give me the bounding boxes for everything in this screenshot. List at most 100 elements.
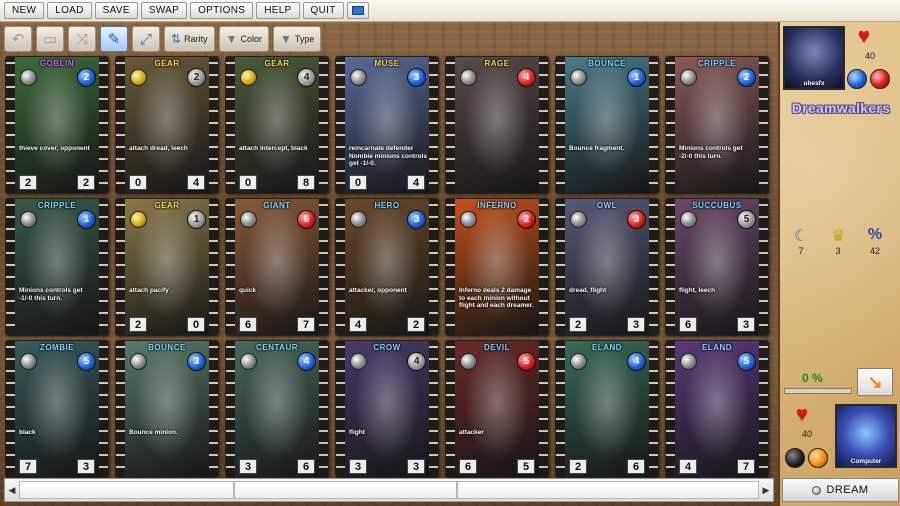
card-type-orb-icon [350,353,367,370]
scroll-segment[interactable] [19,481,234,499]
card-name: ELAND [701,343,733,352]
card-attack: 2 [129,317,147,332]
film-strip [226,57,235,193]
opponent-black-mana-icon [785,448,805,468]
player-avatar[interactable]: ubesfx [783,26,845,90]
card-defense: 3 [407,459,425,474]
stat-trophy: ♛ 3 [823,226,853,256]
opponent-avatar[interactable]: Computer [835,404,897,468]
card[interactable]: GEAR 2 attach dread, leech 0 4 [115,56,219,194]
edit-icon: ✎ [107,31,121,48]
card-text: attacker, opponent [349,287,407,294]
edit-button[interactable]: ✎ [100,26,128,52]
menu-options-button[interactable]: OPTIONS [190,2,254,19]
card[interactable]: OWL 3 dread, flight 2 3 [555,198,659,336]
fullscreen-button[interactable]: ⤢ [132,26,160,52]
card[interactable]: GEAR 4 attach intercept, black 0 8 [225,56,329,194]
card-name: ZOMBIE [39,343,75,352]
card-type-orb-icon [680,353,697,370]
card[interactable]: CRIPPLE 1 Minions controls get -1/-0 this … [5,198,109,336]
card-type-orb-icon [20,353,37,370]
menu-help-button[interactable]: HELP [256,2,300,19]
percent-icon: % [867,226,883,243]
card-back-button[interactable]: ▭ [36,26,64,52]
card-defense: 7 [297,317,315,332]
scroll-thumb[interactable] [234,481,457,499]
scroll-right-icon[interactable]: ▶ [759,479,773,501]
filter-color-button[interactable]: ▼ Color [218,26,269,52]
film-strip [6,57,15,193]
film-strip [556,341,565,477]
card[interactable]: GOBLIN 2 thieve cover, opponent 2 2 [5,56,109,194]
card-text: attach intercept, black [239,145,308,152]
card[interactable]: ELAND 4 2 6 [555,340,659,478]
film-strip [759,341,768,477]
card[interactable]: GEAR 1 attach pacify 2 0 [115,198,219,336]
scroll-segment[interactable] [457,481,759,499]
card[interactable]: ZOMBIE 5 black 7 3 [5,340,109,478]
card-type-orb-icon [240,211,257,228]
stat-moon-value: 7 [798,246,804,256]
board-scrollbar[interactable]: ◀ ▶ [4,478,774,502]
card-defense: 8 [297,175,315,190]
next-button[interactable]: ↘ [857,368,893,396]
card[interactable]: BOUNCE 3 Bounce minion. [115,340,219,478]
card-type-orb-icon [130,211,147,228]
card-text: quick [239,287,256,294]
film-strip [539,199,548,335]
card-attack: 4 [679,459,697,474]
undo-button[interactable]: ↶ [4,26,32,52]
card-cost: 4 [297,352,316,371]
card-name: INFERNO [477,201,517,210]
card-text: attach pacify [129,287,169,294]
dream-icon [812,485,822,495]
card-type-orb-icon [460,211,477,228]
card[interactable]: ELAND 5 4 7 [665,340,769,478]
menu-new-button[interactable]: NEW [4,2,45,19]
card[interactable]: CENTAUR 4 3 6 [225,340,329,478]
card-type-orb-icon [680,69,697,86]
film-strip [209,199,218,335]
card-attack: 2 [569,459,587,474]
card[interactable]: MUSE 3 reincarnate defender Nombie minions… [335,56,439,194]
filter-type-button[interactable]: ▼ Type [272,26,322,52]
card[interactable]: CRIPPLE 2 Minions controls get -2/-0 this … [665,56,769,194]
menu-load-button[interactable]: LOAD [47,2,92,19]
deck-title: Dreamwalkers [791,100,891,116]
card[interactable]: SUCCUBUS 5 flight, leech 6 3 [665,198,769,336]
card-type-orb-icon [130,353,147,370]
card-cost: 5 [77,352,96,371]
card-text: flight [349,429,365,436]
card[interactable]: INFERNO 2 Inferno deals 2 damage to each m… [445,198,549,336]
scroll-left-icon[interactable]: ◀ [5,479,19,501]
card[interactable]: HERO 3 attacker, opponent 4 2 [335,198,439,336]
card-type-orb-icon [130,69,147,86]
card[interactable]: DEVIL 5 attacker 6 5 [445,340,549,478]
card-name: ELAND [591,343,623,352]
shuffle-button[interactable]: ⤨ [68,26,96,52]
menu-save-button[interactable]: SAVE [94,2,138,19]
film-strip [319,341,328,477]
card-name: GIANT [263,201,291,210]
film-strip [446,341,455,477]
screen-mode-button[interactable] [346,2,369,19]
film-strip [336,199,345,335]
card[interactable]: GIANT 6 quick 6 7 [225,198,329,336]
card-defense: 7 [737,459,755,474]
dream-button[interactable]: DREAM [782,478,899,502]
menu-swap-button[interactable]: SWAP [140,2,188,19]
sort-rarity-button[interactable]: ⇅ Rarity [164,26,215,52]
filter-color-label: Color [240,34,262,44]
card-cost: 2 [77,68,96,87]
film-strip [116,341,125,477]
film-strip [666,199,675,335]
card[interactable]: BOUNCE 1 Bounce fragment. [555,56,659,194]
card[interactable]: CROW 4 flight 3 3 [335,340,439,478]
arrow-down-right-icon: ↘ [867,371,883,392]
card-defense: 3 [627,317,645,332]
card-name: CRIPPLE [697,59,737,68]
menu-quit-button[interactable]: QUIT [302,2,344,19]
card[interactable]: RAGE 4 [445,56,549,194]
card-attack: 7 [19,459,37,474]
card-defense: 4 [407,175,425,190]
